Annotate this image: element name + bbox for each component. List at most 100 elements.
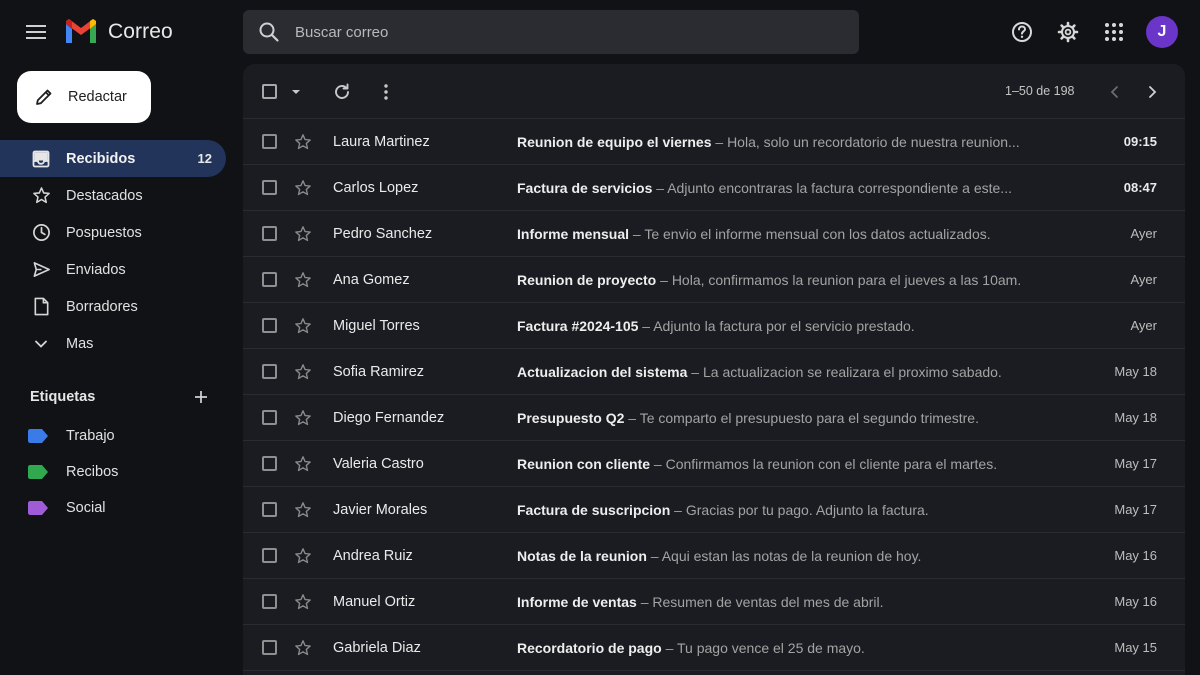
email-date: 08:47: [1123, 180, 1157, 195]
sidebar-item-label: Pospuestos: [66, 224, 142, 241]
table-row[interactable]: Carlos Lopez Factura de servicios – Adjun…: [243, 165, 1185, 211]
email-snippet: Aqui estan las notas de la reunion de ho…: [661, 547, 922, 564]
star-icon[interactable]: [294, 317, 312, 335]
settings-button[interactable]: [1052, 16, 1084, 48]
row-checkbox[interactable]: [262, 272, 277, 287]
row-checkbox[interactable]: [262, 640, 277, 655]
table-row[interactable]: Andrea Ruiz Notas de la reunion – Aqui es…: [243, 533, 1185, 579]
email-date: Ayer: [1130, 272, 1158, 287]
sidebar-item-inbox[interactable]: Recibidos 12: [0, 140, 226, 177]
email-subject: Factura #2024-105: [517, 317, 639, 334]
table-row[interactable]: Gabriela Diaz Recordatorio de pago – Tu p…: [243, 625, 1185, 671]
row-checkbox[interactable]: [262, 456, 277, 471]
star-icon[interactable]: [294, 455, 312, 473]
table-row[interactable]: Pedro Sanchez Informe mensual – Te envio …: [243, 211, 1185, 257]
compose-button[interactable]: Redactar: [17, 71, 151, 123]
table-row[interactable]: Manuel Ortiz Informe de ventas – Resumen …: [243, 579, 1185, 625]
separator: –: [656, 271, 672, 288]
table-row[interactable]: Javier Morales Factura de suscripcion – G…: [243, 487, 1185, 533]
caret-down-icon[interactable]: [291, 88, 301, 96]
chevron-down-icon: [31, 334, 51, 354]
separator: –: [650, 455, 666, 472]
email-preview: Factura de suscripcion – Gracias por tu …: [517, 502, 1097, 518]
chevron-right-icon[interactable]: [1142, 82, 1162, 102]
row-checkbox[interactable]: [262, 410, 277, 425]
apps-button[interactable]: [1098, 16, 1130, 48]
email-sender: Miguel Torres: [333, 317, 420, 334]
sidebar-item-starred[interactable]: Destacados: [0, 177, 226, 214]
star-icon[interactable]: [294, 271, 312, 289]
label-item-recibos[interactable]: Recibos: [0, 454, 226, 490]
sidebar-item-label: Mas: [66, 335, 94, 352]
select-all-checkbox[interactable]: [262, 84, 277, 99]
sidebar-item-more[interactable]: Mas: [0, 325, 226, 362]
more-vertical-icon[interactable]: [376, 82, 396, 102]
table-row[interactable]: Miguel Torres Factura #2024-105 – Adjunto…: [243, 303, 1185, 349]
star-icon[interactable]: [294, 547, 312, 565]
separator: –: [670, 501, 686, 518]
table-row[interactable]: Valeria Castro Reunion con cliente – Conf…: [243, 441, 1185, 487]
sidebar-nav: Recibidos 12 Destacados Pospuestos Envia…: [0, 140, 226, 362]
email-date: Ayer: [1130, 226, 1158, 241]
email-snippet: Hola, confirmamos la reunion para el jue…: [671, 271, 1022, 288]
star-icon[interactable]: [294, 363, 312, 381]
search-bar[interactable]: [243, 10, 859, 54]
star-icon[interactable]: [294, 225, 312, 243]
app-logo[interactable]: Correo: [64, 16, 173, 48]
row-checkbox[interactable]: [262, 594, 277, 609]
email-preview: Informe mensual – Te envio el informe me…: [517, 226, 1097, 242]
star-icon[interactable]: [294, 593, 312, 611]
chevron-left-icon[interactable]: [1105, 82, 1125, 102]
email-snippet: Gracias por tu pago. Adjunto la factura.: [685, 501, 929, 518]
refresh-icon[interactable]: [332, 82, 352, 102]
email-date: May 15: [1114, 640, 1157, 655]
table-row[interactable]: Sofia Ramirez Actualizacion del sistema –…: [243, 349, 1185, 395]
star-icon[interactable]: [294, 639, 312, 657]
star-icon[interactable]: [294, 501, 312, 519]
star-icon[interactable]: [294, 133, 312, 151]
star-icon[interactable]: [294, 409, 312, 427]
compose-label: Redactar: [68, 89, 127, 105]
search-icon[interactable]: [258, 21, 280, 43]
table-row[interactable]: Diego Fernandez Presupuesto Q2 – Te compa…: [243, 395, 1185, 441]
search-input[interactable]: [295, 23, 795, 41]
send-icon: [31, 260, 51, 280]
label-item-trabajo[interactable]: Trabajo: [0, 418, 226, 454]
label-item-social[interactable]: Social: [0, 490, 226, 526]
email-snippet: Te envio el informe mensual con los dato…: [644, 225, 991, 242]
sidebar-item-snoozed[interactable]: Pospuestos: [0, 214, 226, 251]
gear-icon: [1057, 21, 1079, 43]
star-icon[interactable]: [294, 179, 312, 197]
row-checkbox[interactable]: [262, 226, 277, 241]
email-subject: Reunion de equipo el viernes: [517, 133, 712, 150]
table-row[interactable]: Ana Gomez Reunion de proyecto – Hola, con…: [243, 257, 1185, 303]
email-preview: Recordatorio de pago – Tu pago vence el …: [517, 640, 1097, 656]
email-snippet: Tu pago vence el 25 de mayo.: [677, 639, 865, 656]
row-checkbox[interactable]: [262, 502, 277, 517]
main-menu-button[interactable]: [20, 16, 52, 48]
email-subject: Reunion de proyecto: [517, 271, 657, 288]
email-sender: Laura Martinez: [333, 133, 430, 150]
avatar[interactable]: J: [1146, 16, 1178, 48]
email-subject: Informe de ventas: [517, 593, 637, 610]
email-sender: Carlos Lopez: [333, 179, 419, 196]
message-list: Laura Martinez Reunion de equipo el viern…: [243, 119, 1185, 671]
sidebar-item-label: Destacados: [66, 187, 143, 204]
table-row[interactable]: Laura Martinez Reunion de equipo el viern…: [243, 119, 1185, 165]
row-checkbox[interactable]: [262, 548, 277, 563]
email-sender: Andrea Ruiz: [333, 547, 413, 564]
label-tag-icon: [28, 429, 48, 443]
row-checkbox[interactable]: [262, 180, 277, 195]
row-checkbox[interactable]: [262, 318, 277, 333]
label-list: Trabajo Recibos Social: [0, 418, 226, 526]
email-subject: Informe mensual: [517, 225, 630, 242]
email-sender: Ana Gomez: [333, 271, 410, 288]
help-button[interactable]: [1006, 16, 1038, 48]
sidebar-item-drafts[interactable]: Borradores: [0, 288, 226, 325]
row-checkbox[interactable]: [262, 364, 277, 379]
unread-count-badge: 12: [197, 151, 212, 166]
plus-icon[interactable]: [192, 388, 210, 406]
email-preview: Informe de ventas – Resumen de ventas de…: [517, 594, 1097, 610]
row-checkbox[interactable]: [262, 134, 277, 149]
sidebar-item-sent[interactable]: Enviados: [0, 251, 226, 288]
